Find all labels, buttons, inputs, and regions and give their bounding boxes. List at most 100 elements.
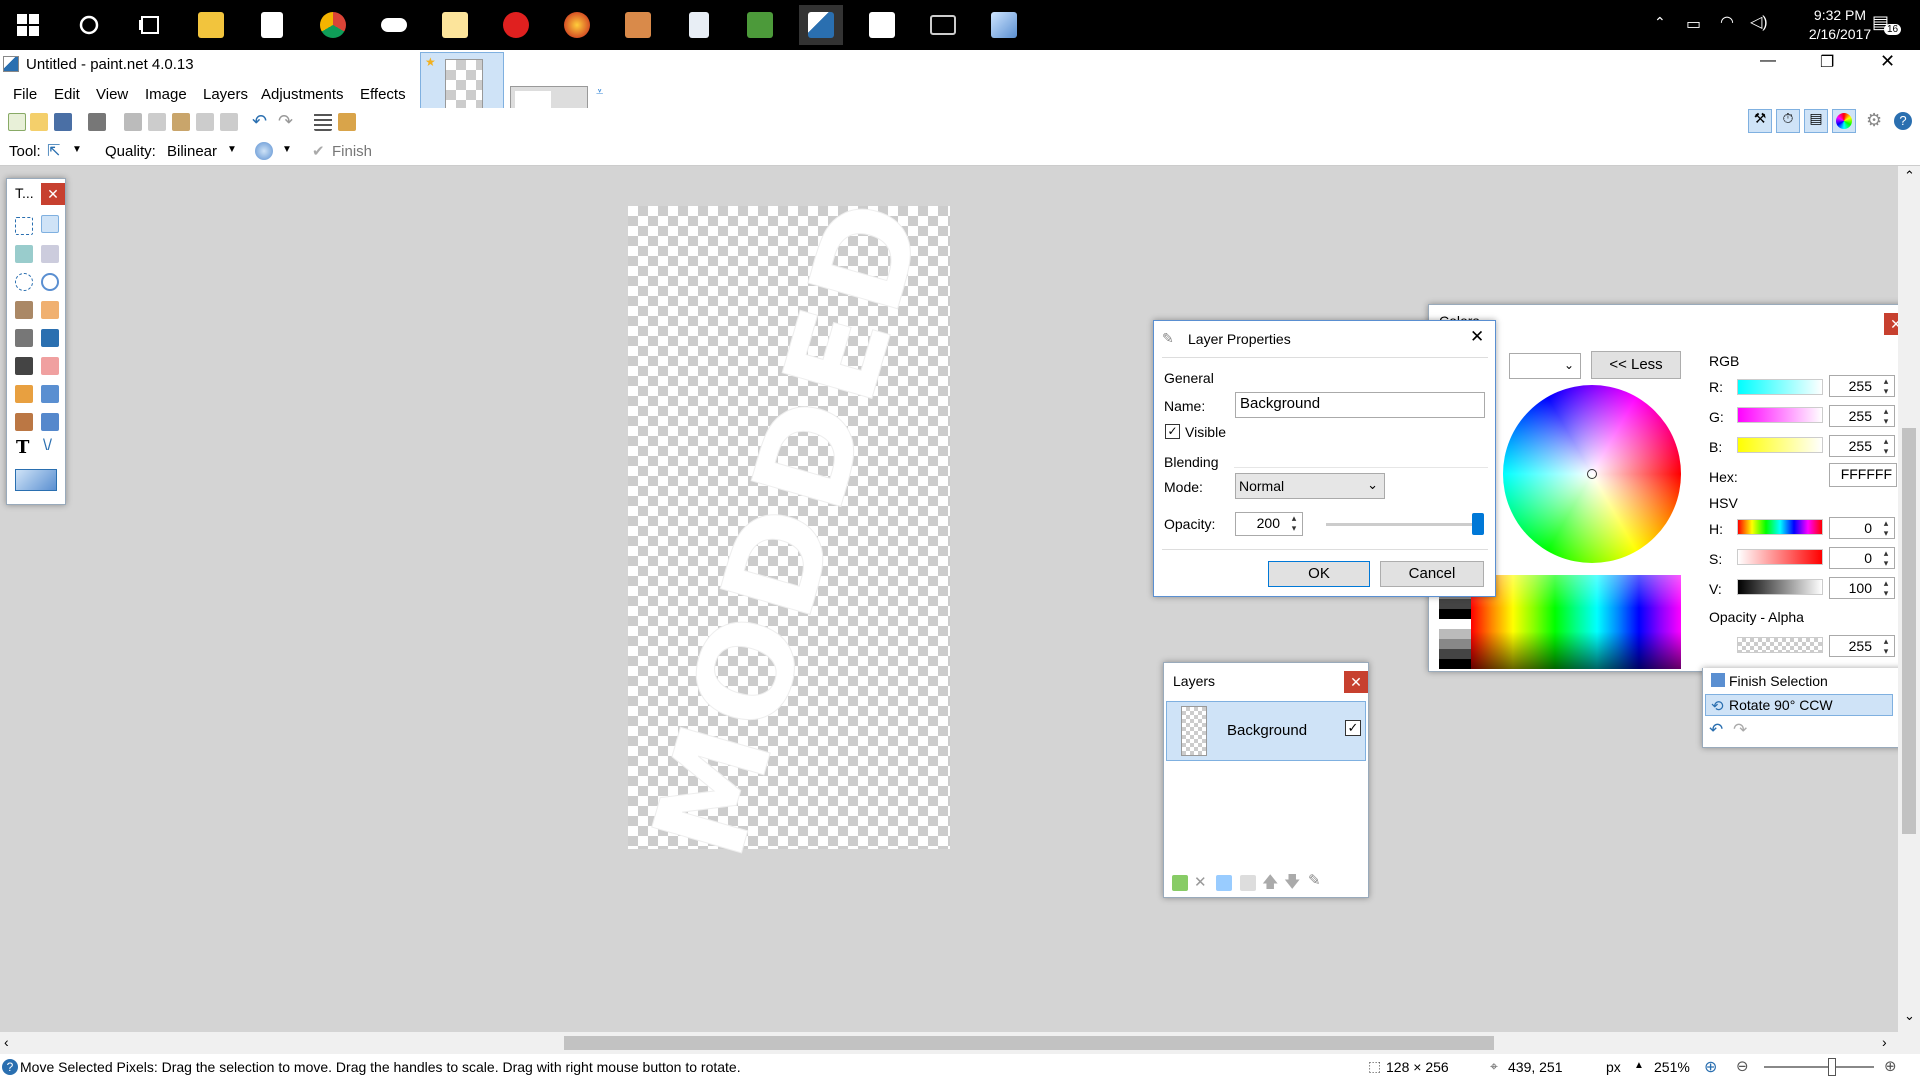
text-tool-icon[interactable]: T: [16, 437, 29, 458]
gray-swatches[interactable]: [1439, 595, 1471, 669]
deselect-icon[interactable]: [220, 113, 238, 131]
wifi-icon[interactable]: ◠: [1720, 12, 1734, 32]
crop-icon[interactable]: [196, 113, 214, 131]
scroll-down-icon[interactable]: ⌄: [1904, 1008, 1915, 1024]
opacity-input[interactable]: 200: [1235, 512, 1303, 536]
scroll-up-icon[interactable]: ⌃: [1904, 168, 1915, 184]
dialog-close-icon[interactable]: ✕: [1470, 327, 1484, 347]
r-input[interactable]: 255: [1829, 375, 1895, 397]
undo-icon[interactable]: ↶: [252, 111, 267, 132]
b-input[interactable]: 255: [1829, 435, 1895, 457]
taskbar-chrome[interactable]: [311, 5, 355, 45]
zoom-slider-thumb[interactable]: [1828, 1058, 1836, 1076]
line-curve-icon[interactable]: \/: [43, 437, 52, 455]
start-button[interactable]: [6, 5, 50, 45]
scroll-left-icon[interactable]: ‹: [4, 1034, 9, 1050]
less-button[interactable]: << Less: [1591, 351, 1681, 379]
tools-window-toggle[interactable]: ⚒: [1748, 109, 1772, 133]
task-view-button[interactable]: [128, 5, 172, 45]
history-item[interactable]: Finish Selection: [1705, 670, 1893, 692]
history-window-toggle[interactable]: ⏱: [1776, 109, 1800, 133]
color-wheel-cursor[interactable]: [1587, 469, 1597, 479]
taskbar-doc[interactable]: [677, 5, 721, 45]
taskbar-game2[interactable]: [555, 5, 599, 45]
help-icon[interactable]: ?: [1894, 112, 1912, 130]
cortana-button[interactable]: [67, 5, 111, 45]
taskbar-pen[interactable]: [982, 5, 1026, 45]
redo-icon[interactable]: ↷: [278, 111, 293, 132]
blend-mode-select[interactable]: Normal ⌄: [1235, 473, 1385, 499]
h-slider[interactable]: [1737, 519, 1823, 535]
menu-effects[interactable]: Effects: [360, 86, 406, 103]
settings-icon[interactable]: ⚙: [1866, 110, 1882, 131]
copy-icon[interactable]: [148, 113, 166, 131]
s-slider[interactable]: [1737, 549, 1823, 565]
lasso-icon[interactable]: [15, 245, 33, 263]
clone-stamp-icon[interactable]: [15, 413, 33, 431]
menu-view[interactable]: View: [96, 86, 128, 103]
cut-icon[interactable]: [124, 113, 142, 131]
opacity-slider-track[interactable]: [1326, 513, 1484, 535]
taskbar-paintnet[interactable]: [799, 5, 843, 45]
layer-row[interactable]: Background ✓: [1166, 701, 1366, 761]
save-icon[interactable]: [54, 113, 72, 131]
taskbar-java[interactable]: [860, 5, 904, 45]
hex-input[interactable]: FFFFFF: [1829, 463, 1897, 487]
g-input[interactable]: 255: [1829, 405, 1895, 427]
horizontal-scrollbar[interactable]: ‹ ›: [0, 1032, 1920, 1054]
paintbrush-icon[interactable]: [15, 357, 33, 375]
zoom-slider-track[interactable]: [1764, 1058, 1874, 1076]
tools-panel-close-icon[interactable]: ✕: [41, 183, 65, 205]
tabs-dropdown-icon[interactable]: ⩡: [596, 84, 603, 100]
paint-bucket-icon[interactable]: [15, 329, 33, 347]
zoom-value[interactable]: 251%: [1654, 1059, 1690, 1075]
v-slider[interactable]: [1737, 579, 1823, 595]
volume-icon[interactable]: ◁): [1750, 12, 1768, 32]
magic-wand-icon[interactable]: [15, 301, 33, 319]
color-picker-icon[interactable]: [41, 385, 59, 403]
palette-select[interactable]: ⌄: [1509, 353, 1581, 379]
ruler-icon[interactable]: [338, 113, 356, 131]
s-input[interactable]: 0: [1829, 547, 1895, 569]
layer-visible-checkbox[interactable]: ✓: [1345, 720, 1361, 736]
vertical-scrollbar[interactable]: ⌃ ⌄: [1898, 166, 1920, 1032]
selection-mode-dropdown-icon[interactable]: ▼: [282, 144, 292, 155]
canvas-image[interactable]: MODDED: [624, 179, 955, 873]
ok-button[interactable]: OK: [1268, 561, 1370, 587]
taskbar-sticky[interactable]: [433, 5, 477, 45]
quality-select[interactable]: Bilinear: [167, 143, 217, 160]
scroll-right-icon[interactable]: ›: [1882, 1034, 1887, 1050]
colors-window-toggle[interactable]: [1832, 109, 1856, 133]
taskbar-terminal[interactable]: [921, 5, 965, 45]
rectangle-select-icon[interactable]: [15, 217, 33, 235]
opacity-slider-thumb[interactable]: [1472, 513, 1484, 535]
tool-dropdown-icon[interactable]: ▼: [72, 144, 82, 155]
hue-swatches[interactable]: [1471, 575, 1681, 669]
grid-icon[interactable]: [314, 113, 332, 131]
duplicate-layer-icon[interactable]: [1216, 875, 1232, 891]
finish-button[interactable]: Finish: [332, 143, 372, 160]
minimize-icon[interactable]: —: [1760, 52, 1776, 70]
eraser-icon[interactable]: [41, 357, 59, 375]
history-undo-icon[interactable]: ↶: [1709, 720, 1723, 740]
layer-name-input[interactable]: Background: [1235, 392, 1485, 418]
alpha-slider[interactable]: [1737, 637, 1823, 653]
paste-icon[interactable]: [172, 113, 190, 131]
zoom-fit-icon[interactable]: ⊕: [1704, 1057, 1717, 1077]
move-selection-icon[interactable]: [41, 245, 59, 263]
move-layer-up-icon[interactable]: 🡅: [1262, 871, 1278, 898]
merge-layer-icon[interactable]: [1240, 875, 1256, 891]
taskbar-image-editor[interactable]: [738, 5, 782, 45]
cancel-button[interactable]: Cancel: [1380, 561, 1484, 587]
delete-layer-icon[interactable]: ✕: [1194, 873, 1207, 891]
zoom-out-icon[interactable]: ⊖: [1736, 1057, 1749, 1075]
action-center-button[interactable]: ▤ 16: [1872, 12, 1902, 38]
close-icon[interactable]: ✕: [1880, 51, 1895, 72]
taskbar-gamepad[interactable]: [372, 5, 416, 45]
recolor-icon[interactable]: [41, 413, 59, 431]
menu-adjustments[interactable]: Adjustments: [261, 86, 344, 103]
b-slider[interactable]: [1737, 437, 1823, 453]
battery-icon[interactable]: ▭: [1686, 14, 1701, 34]
gradient-icon[interactable]: [41, 329, 59, 347]
menu-layers[interactable]: Layers: [203, 86, 248, 103]
